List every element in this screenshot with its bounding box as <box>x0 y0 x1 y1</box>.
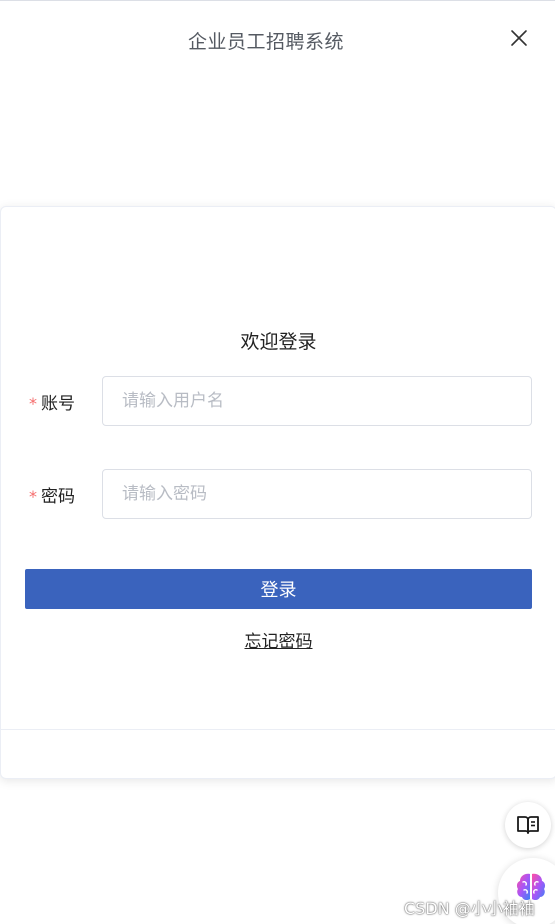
top-divider <box>0 0 555 1</box>
username-row: * 账号 <box>1 376 555 426</box>
required-mark: * <box>29 487 37 506</box>
username-input[interactable] <box>102 376 532 426</box>
password-label-text: 密码 <box>41 487 75 507</box>
username-label-text: 账号 <box>41 394 75 414</box>
csdn-watermark: CSDN @小小袖袖 <box>404 899 535 918</box>
username-label: * 账号 <box>29 389 75 414</box>
book-open-icon <box>517 816 539 834</box>
login-card: 欢迎登录 *账号 *密码 登录 忘记密码 <box>0 206 555 779</box>
card-divider <box>1 729 555 730</box>
forgot-password-link[interactable]: 忘记密码 <box>1 627 555 652</box>
read-mode-button[interactable] <box>505 802 551 848</box>
required-mark: * <box>29 394 37 413</box>
window-title: 企业员工招聘系统 <box>187 31 344 53</box>
login-button[interactable]: 登录 <box>25 569 532 609</box>
password-row: * 密码 <box>1 469 555 519</box>
password-label: * 密码 <box>29 482 75 507</box>
login-window: 企业员工招聘系统 欢迎登录 *账号 *密码 登录 忘记密码 <box>0 0 555 924</box>
close-icon[interactable] <box>510 29 528 47</box>
password-input[interactable] <box>102 469 532 519</box>
welcome-heading: 欢迎登录 <box>240 331 317 353</box>
